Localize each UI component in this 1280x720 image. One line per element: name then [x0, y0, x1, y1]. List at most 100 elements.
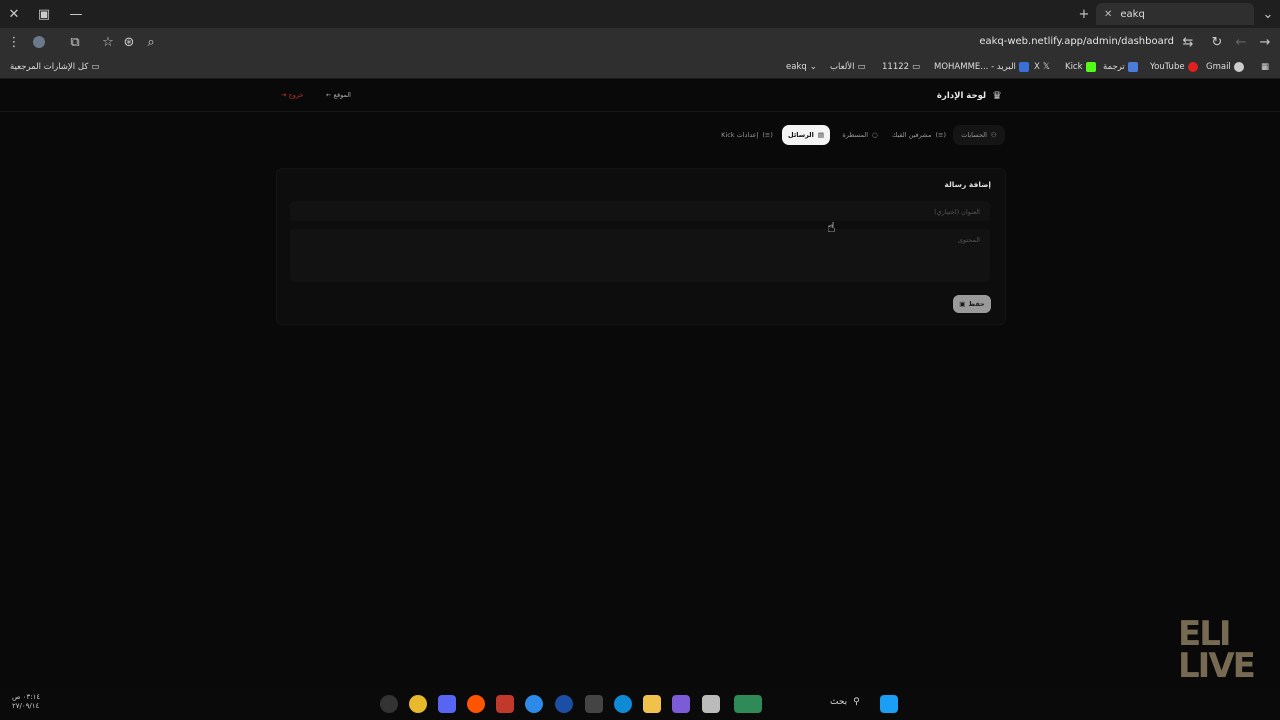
all-bookmarks-label: كل الإشارات المرجعية [10, 62, 89, 72]
discord-icon[interactable] [438, 695, 456, 713]
profile-icon[interactable] [25, 28, 53, 56]
folder-icon: ▭ [912, 62, 921, 72]
zoom-icon[interactable]: ⌕ [137, 28, 165, 56]
minimize-window-icon[interactable]: — [62, 0, 90, 28]
top-navigation: ♛ لوحة الإدارة ← الموقع ⇥ خروج [0, 80, 1280, 112]
back-icon[interactable]: → [1251, 28, 1279, 56]
start-icon[interactable] [880, 695, 898, 713]
hand-cursor-icon: ☝ [827, 220, 836, 236]
windows-taskbar: ٠٣:١٤ ص ٢٧/٠٩/١٤ بحث ⚲ [0, 688, 1280, 720]
app-icon[interactable] [380, 695, 398, 713]
bookmark-label: eakq [786, 62, 807, 72]
crown-icon: ♛ [992, 89, 1002, 102]
app-icon[interactable] [525, 695, 543, 713]
gmail-icon [1233, 62, 1244, 72]
file-explorer-icon[interactable] [643, 695, 661, 713]
tab-label: مشرفين القبك [892, 131, 932, 139]
bookmarks-bar: كل الإشارات المرجعية ▭ eakq ⌄ الألعاب ▭ 11… [0, 55, 1280, 79]
url-field[interactable]: eakq-web.netlify.app/admin/dashboard [979, 28, 1174, 55]
extensions-icon[interactable]: ⧉ [61, 28, 89, 56]
system-clock[interactable]: ٠٣:١٤ ص ٢٧/٠٩/١٤ [12, 693, 40, 711]
bookmark-label: Kick [1065, 62, 1083, 72]
bookmark-mail[interactable]: MOHAMME... - البريد [934, 55, 1029, 79]
bookmark-translate[interactable]: ترجمة [1103, 55, 1138, 79]
logout-link[interactable]: ⇥ خروج [281, 91, 303, 99]
bookmark-label: 11122 [882, 62, 910, 72]
tab-label: المسطرة [842, 131, 868, 139]
eakq-icon: ⌄ [809, 62, 817, 72]
site-settings-icon[interactable]: ⇆ [1174, 28, 1202, 56]
add-message-card: إضافة رسالة العنوان (اختياري) المحتوى ▣ … [276, 168, 1006, 325]
clock-time: ٠٣:١٤ ص [12, 693, 41, 701]
save-icon: ▣ [959, 300, 966, 308]
message-content-textarea[interactable]: المحتوى [290, 229, 990, 282]
tab-messages[interactable]: ▤ الرسائل [782, 125, 830, 145]
kick-icon [1085, 62, 1096, 72]
hp-icon[interactable] [555, 695, 573, 713]
admin-page: ♛ لوحة الإدارة ← الموقع ⇥ خروج ⚇ الحسابا… [0, 80, 1280, 688]
x-icon: 𝕏 [1042, 62, 1050, 72]
moderators-icon: (≡) [935, 131, 946, 139]
dashboard-brand[interactable]: ♛ لوحة الإدارة [937, 89, 1002, 102]
bookmark-gmail[interactable]: Gmail [1206, 55, 1244, 79]
store-icon[interactable] [585, 695, 603, 713]
restore-window-icon[interactable]: ▣ [30, 0, 58, 28]
bookmark-label: الألعاب [830, 62, 855, 72]
apps-grid-icon[interactable]: ▦ [1261, 55, 1269, 79]
elite-live-logo: ELI LIVE [1178, 614, 1256, 686]
folder-icon: ▭ [857, 62, 866, 72]
page-title: لوحة الإدارة [936, 90, 987, 101]
tab-label: إعدادات Kick [721, 131, 759, 139]
bookmark-label: Gmail [1206, 62, 1231, 72]
chat-icon: ○ [872, 131, 878, 139]
menu-icon[interactable]: ⋮ [0, 28, 28, 56]
search-icon: ⚲ [853, 697, 860, 707]
browser-tab[interactable]: ✕ eakq [1096, 3, 1254, 25]
tab-label: الرسائل [788, 131, 814, 139]
bookmark-11122[interactable]: 11122 ▭ [882, 55, 920, 79]
bookmark-label: YouTube [1150, 62, 1185, 72]
tab-list-icon[interactable]: ⌄ [1254, 0, 1280, 28]
bookmark-eakq[interactable]: eakq ⌄ [786, 55, 817, 79]
copilot-icon[interactable] [672, 695, 690, 713]
card-title: إضافة رسالة [944, 180, 991, 189]
clock-date: ٢٧/٠٩/١٤ [12, 702, 40, 710]
tab-title: eakq [1120, 8, 1145, 20]
settings-icon: (≡) [762, 131, 773, 139]
app-icon[interactable] [702, 695, 720, 713]
youtube-icon [1187, 62, 1198, 72]
save-button[interactable]: ▣ حفظ [953, 295, 991, 313]
mcafee-icon[interactable] [496, 695, 514, 713]
translate-icon [1127, 62, 1138, 72]
edge-icon[interactable] [614, 695, 632, 713]
browser-tab-bar: ✕ ▣ — + ✕ eakq ⌄ [0, 0, 1280, 28]
site-link[interactable]: ← الموقع [326, 91, 351, 99]
bookmark-youtube[interactable]: YouTube [1150, 55, 1198, 79]
bookmark-label: MOHAMME... - البريد [934, 62, 1016, 72]
tab-label: الحسابات [961, 131, 987, 139]
close-tab-icon[interactable]: ✕ [1104, 9, 1112, 20]
mail-icon [1018, 62, 1029, 72]
chrome-icon[interactable] [409, 695, 427, 713]
taskbar-search[interactable]: بحث ⚲ [830, 697, 860, 707]
bookmark-label: ترجمة [1103, 62, 1125, 72]
weather-icon[interactable] [734, 695, 762, 713]
bookmark-games[interactable]: الألعاب ▭ [830, 55, 866, 79]
bookmark-label: X [1034, 62, 1040, 72]
soundcloud-icon[interactable] [467, 695, 485, 713]
new-tab-icon[interactable]: + [1070, 0, 1098, 28]
tab-moderators[interactable]: (≡) مشرفين القبك [890, 125, 948, 145]
save-label: حفظ [968, 300, 985, 308]
tab-kick-settings[interactable]: (≡) إعدادات Kick [716, 125, 778, 145]
message-title-input[interactable]: العنوان (اختياري) [290, 201, 990, 221]
tab-accounts[interactable]: ⚇ الحسابات [953, 125, 1005, 145]
address-bar: ⋮ ⧉ ☆ ⊛ ⌕ eakq-web.netlify.app/admin/das… [0, 28, 1280, 55]
close-window-icon[interactable]: ✕ [0, 0, 28, 28]
bookmark-x[interactable]: X𝕏 [1034, 55, 1050, 79]
tab-ruler[interactable]: ○ المسطرة [836, 125, 884, 145]
message-icon: ▤ [817, 131, 824, 139]
users-icon: ⚇ [990, 131, 997, 139]
bookmark-kick[interactable]: Kick [1065, 55, 1096, 79]
all-bookmarks-folder[interactable]: كل الإشارات المرجعية ▭ [10, 55, 99, 79]
folder-icon: ▭ [91, 62, 100, 72]
